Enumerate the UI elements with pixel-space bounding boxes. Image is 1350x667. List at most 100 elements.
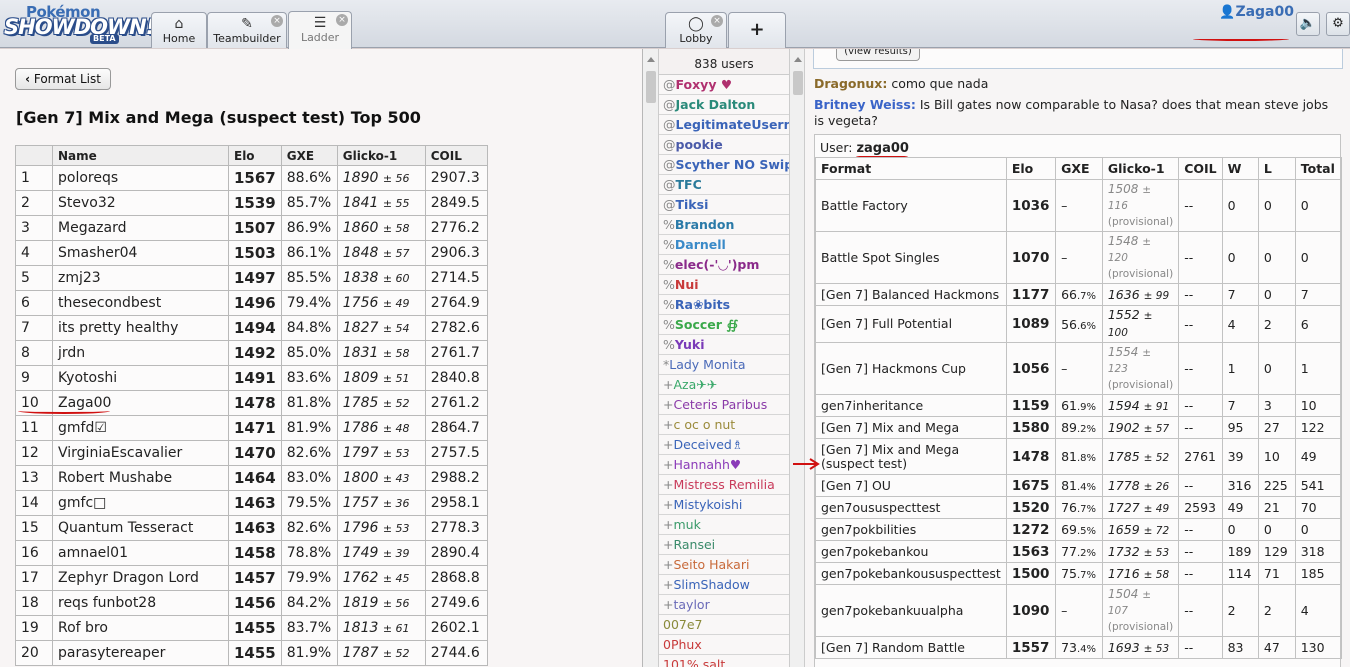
userlist-username[interactable]: 007e7 — [663, 617, 703, 632]
userlist-item[interactable]: +Mistress Remilia — [659, 475, 789, 495]
userlist-username[interactable]: Lady Monita — [669, 357, 745, 372]
userlist-username[interactable]: Ra❀bits — [675, 297, 730, 312]
ladder-player-name[interactable]: parasytereaper — [52, 640, 229, 666]
user-count[interactable]: 838 users — [659, 49, 789, 75]
close-teambuilder-icon[interactable]: × — [271, 15, 283, 27]
new-room-button[interactable]: + — [728, 12, 786, 48]
userlist-item[interactable]: @Foxyy ♥ — [659, 75, 789, 95]
userlist-item[interactable]: %Yuki — [659, 335, 789, 355]
userlist-item[interactable]: %Nui — [659, 275, 789, 295]
userlist-username[interactable]: 101% salt — [663, 657, 725, 667]
userlist-item[interactable]: %Ra❀bits — [659, 295, 789, 315]
userlist-username[interactable]: Hannahh♥ — [673, 457, 741, 472]
userlist-item[interactable]: 101% salt — [659, 655, 789, 667]
userlist-username[interactable]: Aza✈✈ — [673, 377, 717, 392]
player-name-text[interactable]: parasytereaper — [58, 645, 165, 661]
tab-teambuilder[interactable]: ✎ Teambuilder × — [207, 12, 287, 48]
player-name-text[interactable]: Rof bro — [58, 620, 108, 636]
ladder-player-name[interactable]: gmfc□ — [52, 490, 229, 516]
player-name-text[interactable]: Quantum Tesseract — [58, 520, 193, 536]
player-name-text[interactable]: amnael01 — [58, 545, 128, 561]
userlist-username[interactable]: Mistykoishi — [673, 497, 742, 512]
ladder-player-name[interactable]: poloreqs — [52, 165, 229, 191]
ladder-player-name[interactable]: reqs funbot28 — [52, 590, 229, 616]
ladder-player-name[interactable]: its pretty healthy — [52, 315, 229, 341]
player-name-text[interactable]: Stevo32 — [58, 195, 116, 211]
chat-author[interactable]: Dragonux: — [814, 76, 887, 91]
userlist-item[interactable]: %Soccer ∯ — [659, 315, 789, 335]
sound-button[interactable]: 🔈 — [1296, 12, 1320, 36]
close-lobby-icon[interactable]: × — [711, 15, 723, 27]
player-name-text[interactable]: Zephyr Dragon Lord — [58, 570, 199, 586]
userlist-username[interactable]: Deceived♗ — [673, 437, 743, 452]
userlist-username[interactable]: SlimShadow — [673, 577, 749, 592]
player-name-text[interactable]: Smasher04 — [58, 245, 137, 261]
ladder-player-name[interactable]: zmj23 — [52, 265, 229, 291]
tab-ladder[interactable]: ☰ Ladder × — [288, 11, 352, 49]
ladder-player-name[interactable]: Rof bro — [52, 615, 229, 641]
userlist-item[interactable]: @Scyther NO Swiping — [659, 155, 789, 175]
userlist-item[interactable]: +Seito Hakari — [659, 555, 789, 575]
userlist-item[interactable]: +muk — [659, 515, 789, 535]
ladder-player-name[interactable]: thesecondbest — [52, 290, 229, 316]
chat-author[interactable]: Britney Weiss: — [814, 97, 916, 112]
userlist-username[interactable]: taylor — [673, 597, 709, 612]
userlist-item[interactable]: 007e7 — [659, 615, 789, 635]
userlist-item[interactable]: +Mistykoishi — [659, 495, 789, 515]
userlist-item[interactable]: +Ceteris Paribus — [659, 395, 789, 415]
userlist-username[interactable]: Brandon — [675, 217, 734, 232]
userlist-username[interactable]: Yuki — [675, 337, 705, 352]
ladder-player-name[interactable]: Zephyr Dragon Lord — [52, 565, 229, 591]
tab-home[interactable]: ⌂ Home — [151, 12, 207, 48]
userlist-username[interactable]: Nui — [675, 277, 699, 292]
userlist-username[interactable]: Mistress Remilia — [673, 477, 774, 492]
userlist-username[interactable]: elec(-'◡')pm — [675, 257, 760, 272]
ladder-player-name[interactable]: VirginiaEscavalier — [52, 440, 229, 466]
pokemon-showdown-logo[interactable]: Pokémon SHOWDOWN! BETA — [4, 3, 155, 45]
ladder-player-name[interactable]: jrdn — [52, 340, 229, 366]
userlist-username[interactable]: c oc o nut — [673, 417, 735, 432]
scroll-thumb[interactable] — [646, 71, 656, 103]
player-name-text[interactable]: gmfd☑ — [58, 420, 107, 436]
userlist-username[interactable]: LegitimateUsername — [676, 117, 790, 132]
scroll-up-icon[interactable] — [794, 57, 802, 62]
userlist-item[interactable]: +Ransei — [659, 535, 789, 555]
userlist-item[interactable]: *Lady Monita — [659, 355, 789, 375]
ladder-player-name[interactable]: gmfd☑ — [52, 415, 229, 441]
userlist-item[interactable]: @Tiksi — [659, 195, 789, 215]
ladder-player-name[interactable]: amnael01 — [52, 540, 229, 566]
ladder-player-name[interactable]: Stevo32 — [52, 190, 229, 216]
userlist-username[interactable]: Soccer ∯ — [675, 317, 739, 332]
userlist-username[interactable]: Jack Dalton — [676, 97, 756, 112]
tab-lobby[interactable]: ◯ Lobby × — [665, 12, 727, 48]
ladder-player-name[interactable]: Quantum Tesseract — [52, 515, 229, 541]
view-results-button[interactable]: (view results) — [836, 49, 920, 61]
userlist-item[interactable]: @Jack Dalton — [659, 95, 789, 115]
player-name-text[interactable]: its pretty healthy — [58, 320, 178, 336]
player-name-text[interactable]: Robert Mushabe — [58, 470, 172, 486]
userlist-item[interactable]: %elec(-'◡')pm — [659, 255, 789, 275]
userlist-item[interactable]: +Aza✈✈ — [659, 375, 789, 395]
options-button[interactable]: ⚙ — [1326, 12, 1350, 36]
userlist-username[interactable]: Scyther NO Swiping — [676, 157, 790, 172]
userlist-username[interactable]: TFC — [676, 177, 702, 192]
userlist-username[interactable]: Ceteris Paribus — [673, 397, 767, 412]
userlist-item[interactable]: @LegitimateUsername — [659, 115, 789, 135]
userlist-username[interactable]: Foxyy ♥ — [676, 77, 733, 92]
userlist-item[interactable]: @pookie — [659, 135, 789, 155]
userlist-item[interactable]: +c oc o nut — [659, 415, 789, 435]
userlist-username[interactable]: Ransei — [673, 537, 715, 552]
userlist-username[interactable]: pookie — [676, 137, 723, 152]
userlist-username[interactable]: Seito Hakari — [673, 557, 749, 572]
userlist-item[interactable]: 0Phux — [659, 635, 789, 655]
userlist-username[interactable]: Tiksi — [676, 197, 709, 212]
ladder-player-name[interactable]: Smasher04 — [52, 240, 229, 266]
userlist-item[interactable]: +Hannahh♥ — [659, 455, 789, 475]
player-name-text[interactable]: zmj23 — [58, 270, 101, 286]
player-name-text[interactable]: gmfc□ — [58, 495, 106, 511]
userlist-scrollbar[interactable] — [789, 49, 805, 667]
userlist-item[interactable]: +taylor — [659, 595, 789, 615]
player-name-text[interactable]: VirginiaEscavalier — [58, 445, 182, 461]
userlist-item[interactable]: +SlimShadow — [659, 575, 789, 595]
player-name-text[interactable]: reqs funbot28 — [58, 595, 156, 611]
